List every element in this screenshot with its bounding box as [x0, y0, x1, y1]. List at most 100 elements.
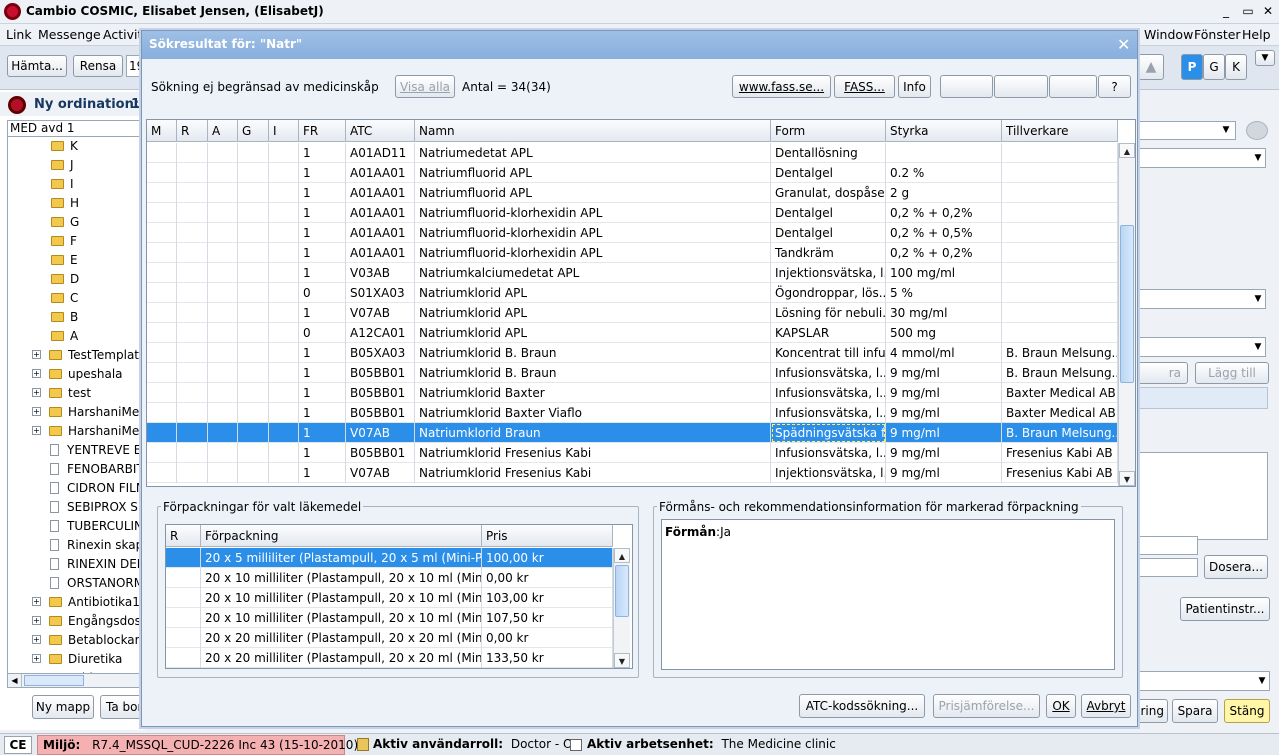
right-field-3[interactable] [1136, 289, 1266, 309]
right-field-6[interactable] [1136, 558, 1198, 577]
ok-button[interactable]: OK [1046, 694, 1076, 718]
blank-button-3[interactable] [1049, 75, 1097, 98]
scroll-left-icon[interactable]: ◀ [8, 674, 22, 687]
result-row[interactable]: 1 B05BB01 Natriumklorid Baxter Infusionsvät… [147, 383, 1118, 403]
dropdown-icon[interactable]: ▼ [1251, 150, 1265, 166]
view-p-button[interactable]: P [1181, 54, 1203, 80]
result-row[interactable]: 1 V07AB Natriumklorid Fresenius Kabi Injekt… [147, 463, 1118, 483]
pack-column-header-pack[interactable]: Förpackning [201, 525, 482, 547]
expand-icon[interactable]: + [32, 426, 41, 435]
result-row[interactable]: 1 A01AA01 Natriumfluorid APL Granulat, dosp… [147, 183, 1118, 203]
result-row[interactable]: 1 B05BB01 Natriumklorid Fresenius Kabi Infu… [147, 443, 1118, 463]
right-field-7[interactable] [1136, 671, 1270, 691]
fetch-button[interactable]: Hämta... [7, 55, 67, 77]
column-header-g[interactable]: G [238, 120, 269, 142]
right-text-area[interactable] [1136, 452, 1268, 540]
price-compare-button[interactable]: Prisjämförelse... [933, 694, 1040, 718]
tree-hscroll[interactable]: ◀ [7, 673, 145, 688]
scroll-up-icon[interactable]: ▲ [1119, 143, 1135, 158]
result-row[interactable]: 1 A01AD11 Natriumedetat APL Dentallösning [147, 143, 1118, 163]
column-header-form[interactable]: Form [771, 120, 886, 142]
tree-item[interactable]: + test [32, 383, 91, 402]
column-header-maker[interactable]: Tillverkare [1002, 120, 1118, 142]
expand-icon[interactable]: + [32, 407, 41, 416]
tree-item[interactable]: + Engångsdos [32, 611, 141, 630]
tree-item[interactable]: + Antibiotika12 [32, 592, 144, 611]
tree-item[interactable]: TUBERCULIN [50, 516, 143, 535]
tree-item[interactable]: A [51, 326, 78, 345]
expand-icon[interactable]: + [32, 350, 41, 359]
expand-icon[interactable]: + [32, 388, 41, 397]
right-field-4[interactable] [1136, 337, 1266, 357]
partial-button[interactable]: ra [1136, 362, 1188, 384]
result-row[interactable]: 1 A01AA01 Natriumfluorid APL Dentalgel 0.2 % [147, 163, 1118, 183]
result-row[interactable]: 1 A01AA01 Natriumfluorid-klorhexidin APL De… [147, 203, 1118, 223]
column-header-a[interactable]: A [208, 120, 238, 142]
scroll-up-icon[interactable]: ▲ [614, 548, 630, 563]
dropdown-icon[interactable]: ▼ [1251, 291, 1265, 307]
column-header-m[interactable]: M [147, 120, 177, 142]
tree-item[interactable]: ORSTANORM [50, 573, 144, 592]
fass-button[interactable]: FASS... [834, 75, 895, 98]
result-row[interactable]: 1 B05XA03 Natriumklorid B. Braun Koncentrat… [147, 343, 1118, 363]
tree-item[interactable]: SEBIPROX S [50, 497, 138, 516]
close-icon[interactable]: ✕ [1261, 4, 1275, 18]
tree-item[interactable]: D [51, 269, 79, 288]
fass-web-button[interactable]: www.fass.se... [732, 75, 831, 98]
result-row[interactable]: 1 A01AA01 Natriumfluorid-klorhexidin APL Ta… [147, 243, 1118, 263]
package-row[interactable]: 20 x 10 milliliter (Plastampull, 20 x 10… [166, 608, 613, 628]
tree-item[interactable]: + HarshaniMe [32, 402, 139, 421]
tree-item[interactable]: + Betablockare [32, 630, 144, 649]
package-row[interactable]: 20 x 20 milliliter (Plastampull, 20 x 20… [166, 628, 613, 648]
menu-fonster[interactable]: Fönster [1194, 27, 1241, 42]
expand-icon[interactable]: + [32, 654, 41, 663]
view-g-button[interactable]: G [1203, 54, 1225, 80]
dose-button[interactable]: Dosera... [1204, 555, 1268, 579]
pack-column-header-price[interactable]: Pris [482, 525, 613, 547]
dropdown-icon[interactable]: ▼ [1216, 121, 1236, 140]
clear-button[interactable]: Rensa [73, 55, 123, 77]
right-field-5[interactable] [1136, 536, 1198, 555]
column-header-fr[interactable]: FR [299, 120, 346, 142]
tree-item[interactable]: K [51, 137, 78, 155]
expand-icon[interactable]: + [32, 616, 41, 625]
tree-item[interactable]: G [51, 212, 79, 231]
result-row[interactable]: 1 B05BB01 Natriumklorid B. Braun Infusionsv… [147, 363, 1118, 383]
dropdown-icon[interactable]: ▼ [1251, 339, 1265, 355]
result-row[interactable]: 1 B05BB01 Natriumklorid Baxter Viaflo Infus… [147, 403, 1118, 423]
patient-instructions-button[interactable]: Patientinstr... [1180, 597, 1270, 621]
menu-link[interactable]: Link [6, 27, 32, 42]
unit-field[interactable]: MED avd 1 [7, 120, 145, 137]
menu-help[interactable]: Help [1242, 27, 1271, 42]
remove-circle-icon[interactable] [1246, 121, 1268, 140]
tree-item[interactable]: CIDRON FILM [50, 478, 144, 497]
tree-item[interactable]: B [51, 307, 78, 326]
dialog-close-icon[interactable]: ✕ [1117, 35, 1130, 54]
column-header-r[interactable]: R [177, 120, 208, 142]
cancel-button[interactable]: Avbryt [1081, 694, 1131, 718]
save-button[interactable]: Spara [1172, 699, 1218, 723]
tree-hscroll-thumb[interactable] [24, 675, 84, 686]
column-header-name[interactable]: Namn [415, 120, 771, 142]
right-field-2[interactable] [1136, 148, 1266, 168]
tree-item[interactable]: Rinexin skap [50, 535, 143, 554]
expand-icon[interactable]: + [32, 597, 41, 606]
menu-activity[interactable]: Activit [103, 27, 142, 42]
column-header-i[interactable]: I [269, 120, 299, 142]
column-header-strength[interactable]: Styrka [886, 120, 1002, 142]
new-folder-button[interactable]: Ny mapp [32, 695, 94, 719]
dropdown-icon[interactable]: ▼ [1255, 673, 1269, 689]
scroll-down-icon[interactable]: ▼ [614, 653, 630, 668]
packages-scrollbar[interactable]: ▲ ▼ [613, 548, 630, 668]
blank-button-2[interactable] [994, 75, 1048, 98]
tree-item[interactable]: + upeshala [32, 364, 123, 383]
result-row[interactable]: 1 V07AB Natriumklorid APL Lösning för nebul… [147, 303, 1118, 323]
close-button[interactable]: Stäng [1224, 699, 1270, 723]
menu-messenger[interactable]: Messenge [38, 27, 101, 42]
tree-item[interactable]: + TestTemplat [32, 345, 139, 364]
result-scrollbar[interactable]: ▲ ▼ [1118, 143, 1135, 486]
help-button[interactable]: ? [1098, 75, 1131, 98]
result-row[interactable]: 1 V03AB Natriumkalciumedetat APL Injektions… [147, 263, 1118, 283]
package-row[interactable]: 20 x 5 milliliter (Plastampull, 20 x 5 m… [166, 548, 613, 568]
result-row[interactable]: 0 S01XA03 Natriumklorid APL Ögondroppar, lö… [147, 283, 1118, 303]
